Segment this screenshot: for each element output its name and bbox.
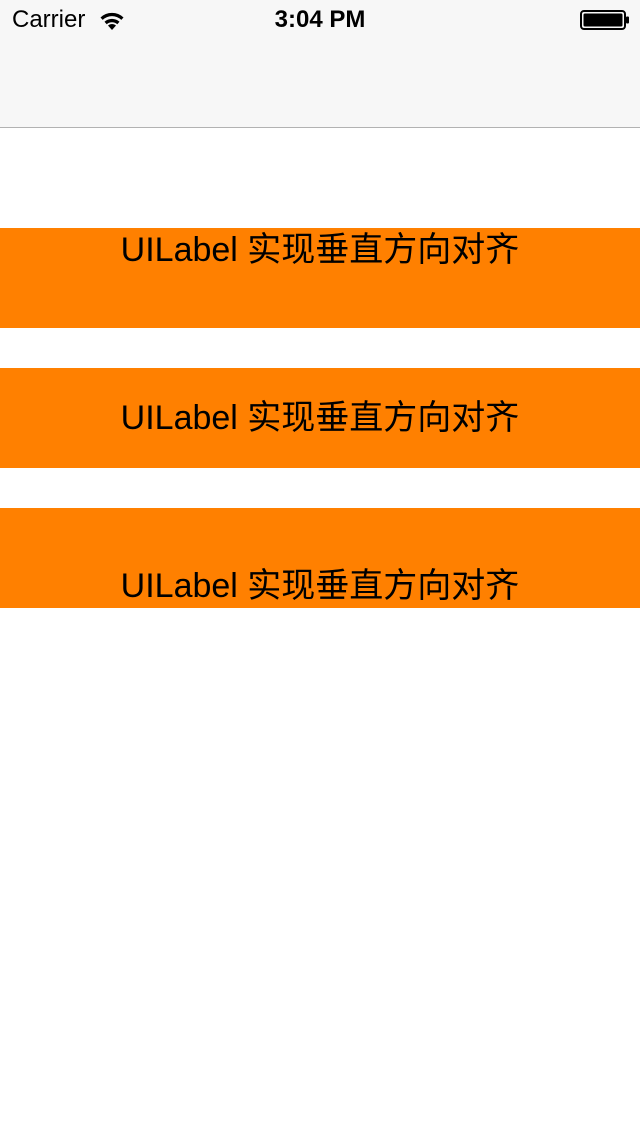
label-bottom-text: UILabel 实现垂直方向对齐 — [120, 567, 520, 605]
label-top-aligned: UILabel 实现垂直方向对齐 — [0, 228, 640, 328]
status-bar: Carrier 3:04 PM — [0, 0, 640, 40]
label-center-text: UILabel 实现垂直方向对齐 — [120, 399, 520, 437]
label-top-text: UILabel 实现垂直方向对齐 — [120, 231, 520, 269]
navigation-bar: Carrier 3:04 PM — [0, 0, 640, 128]
status-time: 3:04 PM — [274, 6, 366, 33]
label-bottom-aligned: UILabel 实现垂直方向对齐 — [0, 508, 640, 608]
label-center-aligned: UILabel 实现垂直方向对齐 — [0, 368, 640, 468]
battery-icon — [580, 10, 629, 30]
